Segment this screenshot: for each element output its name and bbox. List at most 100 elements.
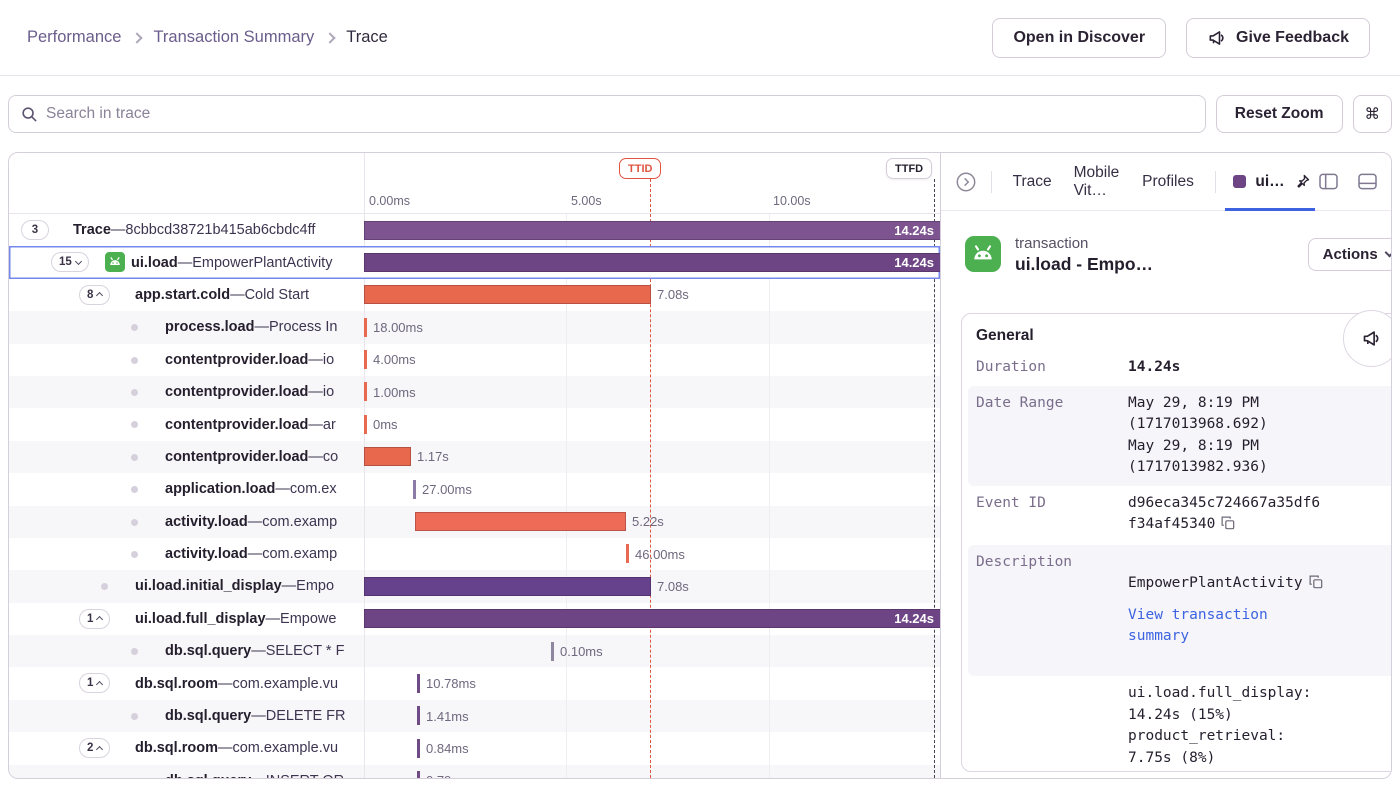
span-tick[interactable] xyxy=(417,771,420,778)
leaf-dot xyxy=(131,357,138,364)
trace-row-activity.load[interactable]: activity.load — com.examp46.00ms xyxy=(9,538,940,570)
open-in-discover-button[interactable]: Open in Discover xyxy=(992,18,1166,58)
span-bar[interactable]: 14.24s xyxy=(364,253,940,272)
trace-row-application.load[interactable]: application.load — com.ex27.00ms xyxy=(9,473,940,505)
ttid-badge[interactable]: TTID xyxy=(619,158,661,179)
span-duration: 1.17s xyxy=(417,441,449,473)
trace-row-contentprovider.load[interactable]: contentprovider.load — io4.00ms xyxy=(9,344,940,376)
chevron-down-icon xyxy=(75,258,82,265)
span-tick[interactable] xyxy=(417,739,420,758)
span-tick[interactable] xyxy=(364,318,367,337)
leaf-dot xyxy=(131,324,138,331)
tab-profiles[interactable]: Profiles xyxy=(1131,173,1205,191)
trace-row-contentprovider.load[interactable]: contentprovider.load — io1.00ms xyxy=(9,376,940,408)
row-label: Event ID xyxy=(976,493,1128,538)
span-tick[interactable] xyxy=(551,642,554,661)
breadcrumb-transaction-summary[interactable]: Transaction Summary xyxy=(153,28,314,47)
axis-tick-label: 0.00ms xyxy=(369,194,410,208)
detail-row-event-id: Event ID d96eca345c724667a35df6 f34af453… xyxy=(968,486,1392,545)
trace-row-contentprovider.load[interactable]: contentprovider.load — ar0ms xyxy=(9,408,940,440)
span-duration: 0ms xyxy=(373,408,398,440)
span-description: activity.load — com.examp xyxy=(165,506,337,538)
span-tick[interactable] xyxy=(417,674,420,693)
span-description: contentprovider.load — co xyxy=(165,441,338,473)
span-tick[interactable] xyxy=(364,350,367,369)
shortcut-command-button[interactable]: ⌘ xyxy=(1353,95,1393,133)
trace-row-db.sql.room[interactable]: 2db.sql.room — com.example.vu0.84ms xyxy=(9,732,940,764)
tab-trace[interactable]: Trace xyxy=(1002,173,1063,191)
detail-row-duration: Duration 14.24s xyxy=(968,350,1392,386)
actions-button[interactable]: Actions xyxy=(1308,238,1392,271)
copy-icon[interactable] xyxy=(1221,518,1235,534)
span-bar[interactable] xyxy=(364,447,411,466)
span-bar[interactable]: 14.24s xyxy=(364,221,940,240)
span-rows: 3Trace — 8cbbcd38721b415ab6cbdc4ff14.24s… xyxy=(9,214,940,778)
breadcrumb-chevron-icon xyxy=(325,32,336,43)
view-transaction-summary-link[interactable]: View transaction summary xyxy=(1128,605,1392,648)
trace-row-db.sql.query[interactable]: db.sql.query — INSERT OR0.79ms xyxy=(9,765,940,778)
pin-tab-button[interactable] xyxy=(1294,173,1311,190)
trace-row-app.start.cold[interactable]: 8app.start.cold — Cold Start7.08s xyxy=(9,279,940,311)
chevron-down-icon xyxy=(1384,248,1392,258)
copy-icon[interactable] xyxy=(1309,577,1323,593)
chevron-right-circle-icon xyxy=(955,171,977,193)
dock-bottom-icon xyxy=(1358,173,1377,190)
tab-ui-load-active[interactable]: ui… xyxy=(1255,173,1284,191)
trace-row-Trace[interactable]: 3Trace — 8cbbcd38721b415ab6cbdc4ff14.24s xyxy=(9,214,940,246)
dock-left-icon xyxy=(1319,173,1338,190)
trace-row-process.load[interactable]: process.load — Process In18.00ms xyxy=(9,311,940,343)
leaf-dot xyxy=(131,486,138,493)
expand-toggle-pill[interactable]: 1 xyxy=(79,609,110,629)
span-bar[interactable]: 14.24s xyxy=(364,609,940,628)
search-box[interactable] xyxy=(8,95,1206,133)
leaf-dot xyxy=(131,454,138,461)
leaf-dot xyxy=(131,421,138,428)
trace-row-ui.load[interactable]: 15ui.load — EmpowerPlantActivity14.24s xyxy=(9,246,940,278)
collapse-panel-button[interactable] xyxy=(951,167,981,197)
span-tick[interactable] xyxy=(413,480,416,499)
expand-toggle-pill[interactable]: 2 xyxy=(79,738,110,758)
breadcrumb-performance[interactable]: Performance xyxy=(27,28,121,47)
span-tick[interactable] xyxy=(417,706,420,725)
chevron-up-icon xyxy=(96,616,103,623)
trace-row-db.sql.query[interactable]: db.sql.query — DELETE FR1.41ms xyxy=(9,700,940,732)
give-feedback-button[interactable]: Give Feedback xyxy=(1186,18,1370,58)
chevron-up-icon xyxy=(96,292,103,299)
span-duration: 5.22s xyxy=(632,506,664,538)
expand-toggle-pill[interactable]: 1 xyxy=(79,673,110,693)
reset-zoom-button[interactable]: Reset Zoom xyxy=(1216,95,1343,133)
trace-row-db.sql.query[interactable]: db.sql.query — SELECT * F0.10ms xyxy=(9,635,940,667)
feedback-float-button[interactable] xyxy=(1343,310,1392,367)
axis-tick-label: 10.00s xyxy=(773,194,811,208)
section-title: General xyxy=(962,314,1392,350)
span-bar[interactable] xyxy=(415,512,626,531)
expand-toggle-pill[interactable]: 3 xyxy=(21,220,49,240)
trace-row-ui.load.full_display[interactable]: 1 ui.load.full_display — Empowe 14.24s xyxy=(9,603,940,635)
span-tick[interactable] xyxy=(626,544,629,563)
span-tick[interactable] xyxy=(364,415,367,434)
trace-row-ui.load.initial_display[interactable]: ui.load.initial_display — Empo7.08s xyxy=(9,570,940,602)
trace-row-contentprovider.load[interactable]: contentprovider.load — co 1.17s xyxy=(9,441,940,473)
search-input[interactable] xyxy=(46,105,1193,123)
expand-toggle-pill[interactable]: 15 xyxy=(51,252,89,272)
leaf-dot xyxy=(131,389,138,396)
dock-bottom-button[interactable] xyxy=(1354,169,1381,194)
span-bar[interactable] xyxy=(364,285,651,304)
span-bar[interactable] xyxy=(364,577,651,596)
ttfd-badge[interactable]: TTFD xyxy=(886,158,932,179)
gridline xyxy=(769,214,770,778)
span-tick[interactable] xyxy=(364,382,367,401)
timeline-header: 0.00ms 5.00s 10.00s xyxy=(9,153,940,214)
leaf-dot xyxy=(131,648,138,655)
expand-toggle-pill[interactable]: 8 xyxy=(79,285,110,305)
tab-mobile-vitals[interactable]: Mobile Vit… xyxy=(1063,164,1132,200)
transaction-name: ui.load - Empo… xyxy=(1015,254,1153,275)
android-icon xyxy=(105,252,125,277)
axis-tick-label: 5.00s xyxy=(571,194,602,208)
dock-left-button[interactable] xyxy=(1315,169,1342,194)
trace-row-activity.load[interactable]: activity.load — com.examp 5.22s xyxy=(9,506,940,538)
divider xyxy=(991,171,992,193)
trace-row-db.sql.room[interactable]: 1db.sql.room — com.example.vu10.78ms xyxy=(9,667,940,699)
leaf-dot xyxy=(101,583,108,590)
span-description: ui.load.full_display — Empowe xyxy=(135,603,336,635)
